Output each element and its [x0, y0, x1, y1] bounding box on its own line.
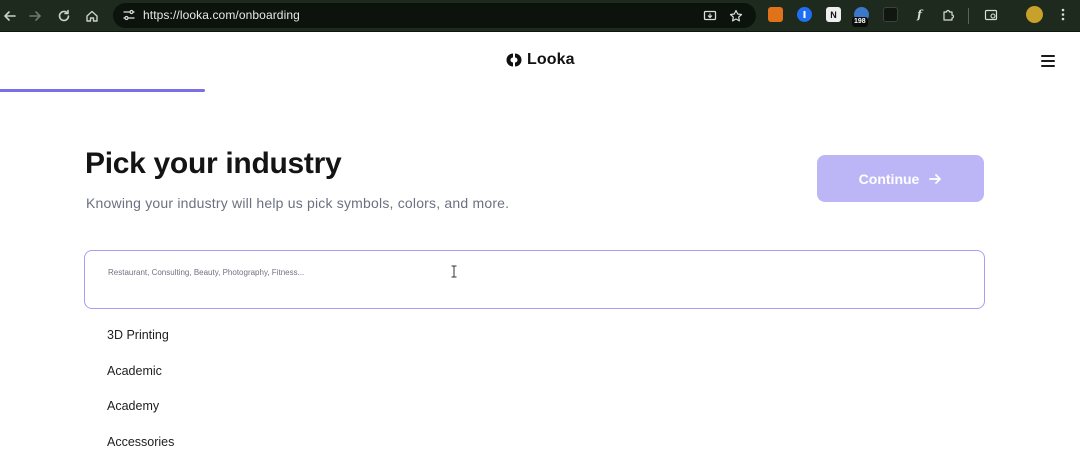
industry-options-list: 3D Printing Academic Academy Accessories — [107, 327, 174, 469]
industry-option[interactable]: Academic — [107, 363, 174, 399]
extension-terminal-icon[interactable] — [883, 7, 898, 22]
industry-search-box[interactable] — [84, 250, 985, 309]
brand-name: Looka — [527, 51, 575, 68]
extension-password-icon[interactable] — [797, 7, 812, 22]
home-icon[interactable] — [82, 6, 102, 26]
reading-mode-icon[interactable] — [983, 7, 998, 22]
industry-option[interactable]: Accessories — [107, 434, 174, 470]
browser-menu-icon[interactable] — [1055, 7, 1070, 22]
extensions-puzzle-icon[interactable] — [940, 7, 955, 22]
reload-icon[interactable] — [54, 6, 74, 26]
bookmark-star-icon[interactable] — [728, 8, 744, 24]
onboarding-progress-bar — [0, 89, 1080, 92]
install-app-icon[interactable] — [702, 8, 718, 24]
address-url[interactable]: https://looka.com/onboarding — [143, 8, 300, 22]
profile-avatar[interactable] — [1026, 6, 1043, 23]
industry-search-input[interactable] — [108, 264, 808, 280]
looka-logo-icon — [506, 53, 522, 67]
continue-button[interactable]: Continue — [817, 155, 984, 202]
site-header: Looka — [0, 33, 1080, 91]
extension-orange-icon[interactable] — [768, 7, 783, 22]
extension-notion-icon[interactable]: N — [826, 7, 841, 22]
brand-logo[interactable]: Looka — [506, 51, 575, 69]
back-arrow-icon[interactable] — [0, 6, 20, 26]
hamburger-menu-icon[interactable] — [1041, 55, 1055, 67]
site-settings-icon[interactable] — [122, 8, 136, 22]
address-bar[interactable]: https://looka.com/onboarding — [113, 3, 756, 28]
continue-button-label: Continue — [858, 170, 920, 187]
extension-badge-count: 198 — [852, 17, 868, 27]
page-subtitle: Knowing your industry will help us pick … — [86, 195, 510, 211]
page-title: Pick your industry — [85, 147, 342, 180]
toolbar-divider — [968, 8, 969, 24]
onboarding-progress-fill — [0, 89, 206, 92]
forward-arrow-icon[interactable] — [25, 6, 45, 26]
industry-option[interactable]: 3D Printing — [107, 327, 174, 363]
text-cursor-icon — [451, 265, 457, 278]
browser-toolbar: https://looka.com/onboarding N 198 f — [0, 0, 1080, 32]
arrow-right-icon — [929, 173, 942, 184]
extension-formula-icon[interactable]: f — [912, 7, 927, 22]
industry-option[interactable]: Academy — [107, 398, 174, 434]
